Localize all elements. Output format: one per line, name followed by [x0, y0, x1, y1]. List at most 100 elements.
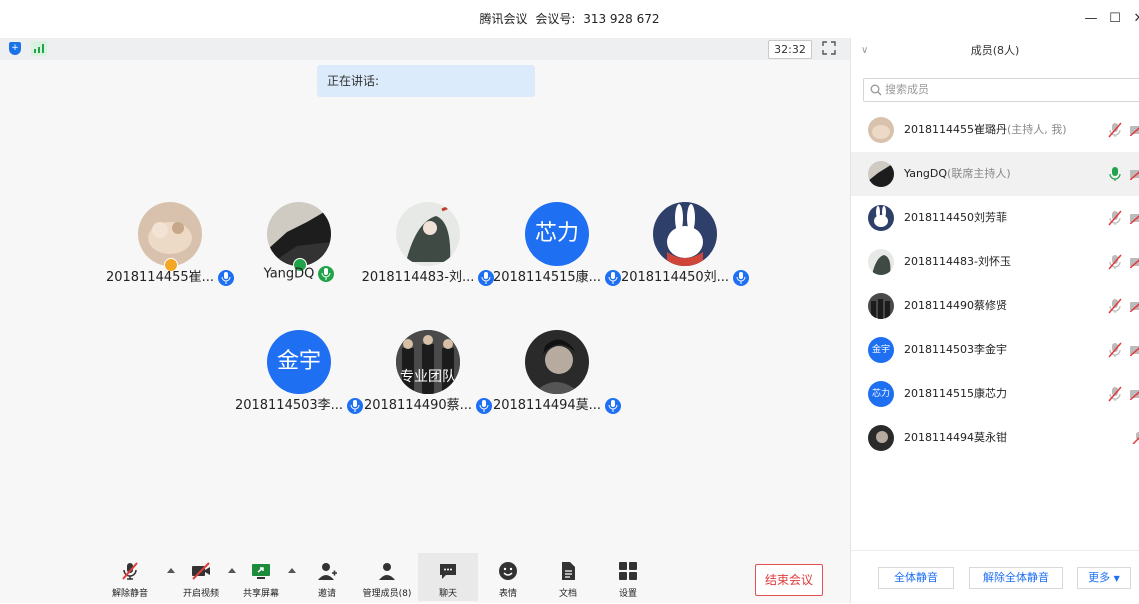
member-row[interactable]: 2018114455崔璐丹(主持人, 我)	[851, 108, 1139, 152]
member-row[interactable]: YangDQ(联席主持人)	[851, 152, 1139, 196]
grid-settings-icon	[619, 562, 637, 580]
panel-title: 成员(8人)	[970, 44, 1020, 57]
tile-name: 2018114483-刘...	[353, 266, 503, 286]
members-icon	[379, 563, 395, 580]
mute-all-button[interactable]: 全体静音	[878, 567, 954, 589]
manage-members-button[interactable]: 管理成员(8)	[357, 553, 417, 601]
speaking-indicator: 正在讲话:	[317, 65, 535, 97]
mic-muted-icon[interactable]	[1132, 432, 1139, 444]
chevron-down-icon[interactable]: ∨	[861, 38, 868, 64]
avatar	[138, 202, 202, 266]
mic-speaking-icon[interactable]	[1108, 166, 1122, 182]
caret-down-icon: ▼	[1113, 574, 1120, 583]
avatar-caption: 专业团队	[400, 369, 456, 385]
mic-muted-icon[interactable]	[1108, 386, 1122, 402]
camera-off-icon[interactable]	[1130, 300, 1139, 312]
member-name: YangDQ(联席主持人)	[904, 167, 1011, 180]
panel-header: ∨ 成员(8人)	[851, 38, 1139, 64]
start-video-button[interactable]: 开启视频	[171, 553, 231, 601]
panel-footer: 全体静音 解除全体静音 更多 ▼	[851, 550, 1139, 604]
meeting-main-area: + 32:32 正在讲话: 2018114455崔... YangDQ 2018…	[0, 38, 851, 603]
member-row[interactable]: 金宇 2018114503李金宇	[851, 328, 1139, 372]
avatar	[868, 425, 894, 451]
reactions-button[interactable]: 表情	[478, 553, 538, 601]
video-tile[interactable]: YangDQ	[224, 202, 374, 302]
meeting-timer: 32:32	[768, 40, 812, 59]
app-name: 腾讯会议	[479, 12, 528, 26]
mic-muted-icon[interactable]	[1108, 342, 1122, 358]
avatar	[267, 202, 331, 266]
video-tile[interactable]: 2018114483-刘...	[353, 202, 503, 302]
network-signal-icon[interactable]	[31, 41, 47, 56]
member-row[interactable]: 2018114450刘芳菲	[851, 196, 1139, 240]
meeting-id-label: 会议号:	[535, 12, 576, 26]
mic-muted-icon	[122, 562, 138, 580]
unmute-button[interactable]: 解除静音	[100, 553, 160, 601]
camera-off-icon[interactable]	[1130, 212, 1139, 224]
meeting-toolbar: 解除静音 开启视频 共享屏幕 邀请 管理成员(8) 聊天 表情 文档 设置 结束…	[0, 553, 850, 603]
avatar	[868, 161, 894, 187]
share-screen-button[interactable]: 共享屏幕	[231, 553, 291, 601]
search-placeholder: 搜索成员	[885, 83, 929, 96]
avatar	[868, 249, 894, 275]
documents-button[interactable]: 文档	[538, 553, 598, 601]
member-row[interactable]: 2018114490蔡修贤	[851, 284, 1139, 328]
chat-button[interactable]: 聊天	[418, 553, 478, 601]
security-shield-icon[interactable]: +	[9, 42, 21, 55]
video-tile[interactable]: 金宇 2018114503李...	[224, 330, 374, 430]
mic-muted-icon[interactable]	[1108, 254, 1122, 270]
avatar	[525, 330, 589, 394]
avatar	[653, 202, 717, 266]
tile-name: 2018114503李...	[224, 394, 374, 414]
more-button[interactable]: 更多 ▼	[1077, 567, 1131, 589]
member-name: 2018114450刘芳菲	[904, 211, 1007, 224]
settings-button[interactable]: 设置	[598, 553, 658, 601]
video-tile[interactable]: 2018114450刘...	[610, 202, 760, 302]
share-options-caret-icon[interactable]	[288, 568, 296, 573]
invite-button[interactable]: 邀请	[297, 553, 357, 601]
minimize-button[interactable]: —	[1082, 10, 1100, 28]
tile-name: 2018114455崔...	[95, 266, 245, 286]
meeting-id: 313 928 672	[583, 12, 660, 26]
fullscreen-icon[interactable]	[822, 41, 836, 55]
camera-off-icon[interactable]	[1130, 344, 1139, 356]
avatar	[868, 205, 894, 231]
tile-name: YangDQ	[224, 266, 374, 284]
video-tile[interactable]: 2018114455崔...	[95, 202, 245, 302]
avatar: 芯力	[868, 381, 894, 407]
member-name: 2018114483-刘怀玉	[904, 255, 1011, 268]
tile-name: 2018114494莫...	[482, 394, 632, 414]
camera-off-icon[interactable]	[1130, 256, 1139, 268]
maximize-button[interactable]: ☐	[1106, 10, 1124, 28]
unmute-all-button[interactable]: 解除全体静音	[969, 567, 1063, 589]
tile-name: 2018114490蔡...	[353, 394, 503, 414]
member-row[interactable]: 2018114494莫永钳	[851, 416, 1139, 460]
mic-muted-icon[interactable]	[1108, 298, 1122, 314]
end-meeting-button[interactable]: 结束会议	[755, 564, 823, 596]
status-bar: + 32:32	[0, 38, 850, 60]
avatar: 金宇	[868, 337, 894, 363]
camera-off-icon[interactable]	[1130, 124, 1139, 136]
avatar	[868, 117, 894, 143]
close-button[interactable]: ✕	[1130, 10, 1139, 28]
search-icon	[870, 84, 882, 96]
video-tile[interactable]: 专业团队 2018114490蔡...	[353, 330, 503, 430]
member-name: 2018114494莫永钳	[904, 431, 1007, 444]
tile-name: 2018114450刘...	[610, 266, 760, 286]
video-tile[interactable]: 2018114494莫...	[482, 330, 632, 430]
member-row[interactable]: 2018114483-刘怀玉	[851, 240, 1139, 284]
mic-muted-icon[interactable]	[1108, 122, 1122, 138]
member-name: 2018114455崔璐丹(主持人, 我)	[904, 123, 1067, 136]
avatar	[868, 293, 894, 319]
camera-off-icon[interactable]	[1130, 168, 1139, 180]
title-bar: 腾讯会议 会议号: 313 928 672 — ☐ ✕	[0, 0, 1139, 38]
member-name: 2018114515康芯力	[904, 387, 1007, 400]
member-name: 2018114490蔡修贤	[904, 299, 1007, 312]
camera-off-icon[interactable]	[1130, 388, 1139, 400]
emoji-icon	[499, 562, 517, 580]
mic-on-icon	[733, 269, 750, 286]
mic-muted-icon[interactable]	[1108, 210, 1122, 226]
member-row[interactable]: 芯力 2018114515康芯力	[851, 372, 1139, 416]
member-search-input[interactable]: 搜索成员	[863, 78, 1139, 102]
mic-on-icon	[605, 397, 622, 414]
